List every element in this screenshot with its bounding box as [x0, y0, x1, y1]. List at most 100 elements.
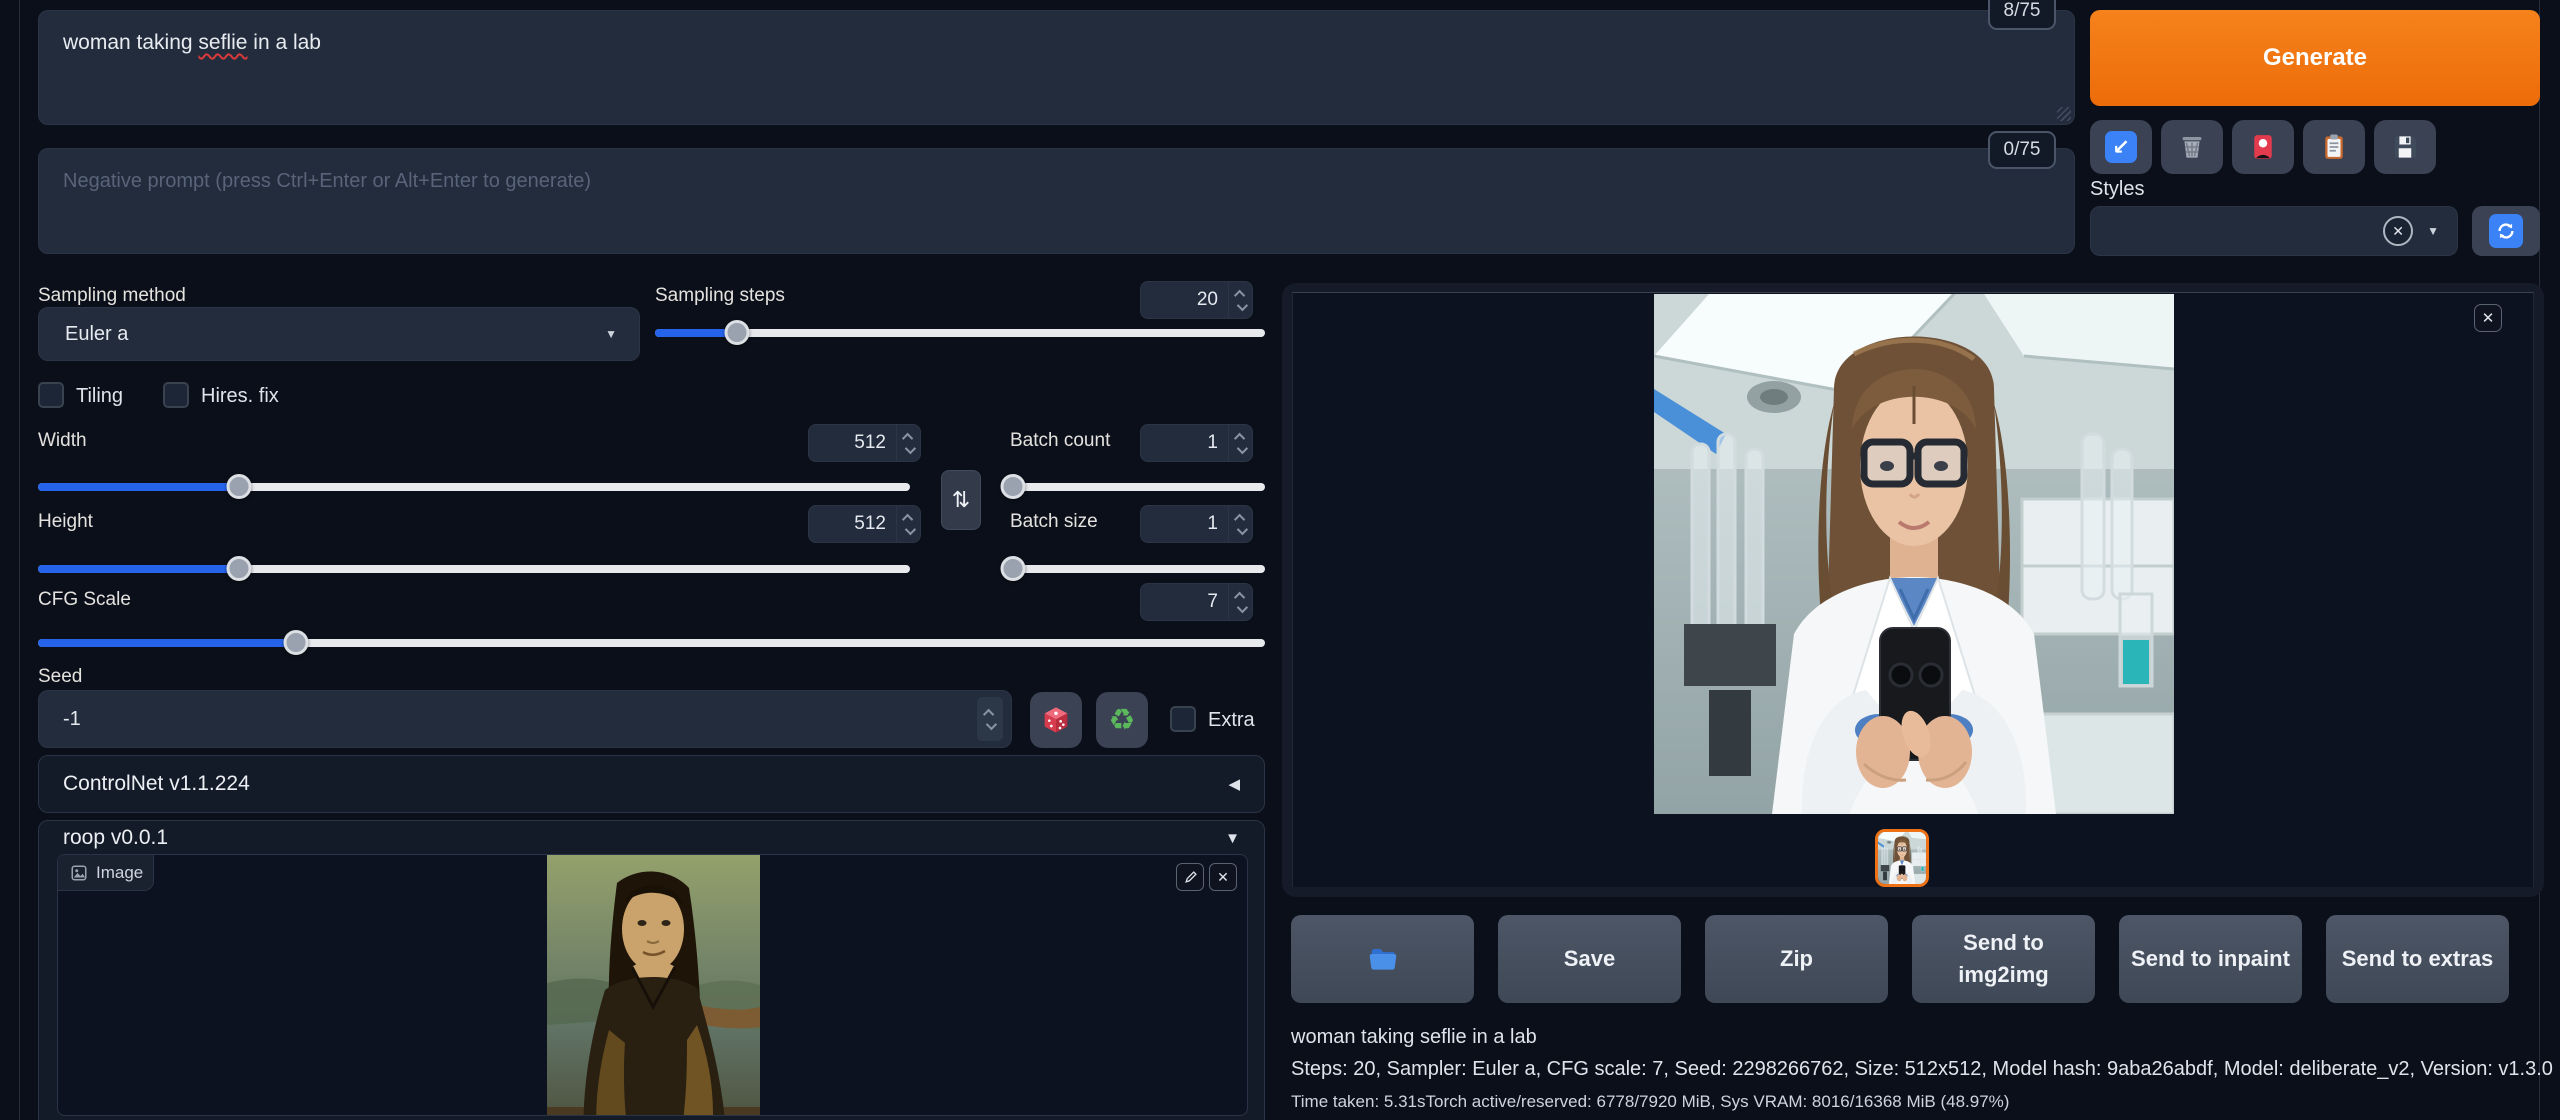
slider-handle[interactable]: [226, 474, 251, 499]
output-panel: ✕: [1282, 283, 2544, 897]
slider-handle[interactable]: [1000, 474, 1025, 499]
generate-button[interactable]: Generate: [2090, 10, 2540, 106]
slider-handle[interactable]: [725, 320, 750, 345]
spin-down-icon[interactable]: [904, 442, 915, 453]
number-stepper[interactable]: [1228, 506, 1252, 542]
spin-down-icon[interactable]: [986, 718, 997, 729]
prompt-text-misspelled: seflie: [198, 31, 247, 54]
folder-icon: [1366, 944, 1400, 974]
resize-handle-icon[interactable]: [2057, 107, 2071, 121]
spin-up-icon[interactable]: [1233, 591, 1244, 602]
save-style-button[interactable]: [2374, 120, 2436, 174]
send-to-img2img-button[interactable]: Send to img2img: [1912, 915, 2095, 1003]
spin-down-icon[interactable]: [1236, 523, 1247, 534]
chevron-down-icon[interactable]: ▼: [2427, 224, 2439, 238]
number-stepper[interactable]: [896, 506, 920, 542]
seed-label: Seed: [38, 666, 82, 688]
cfg-scale-slider[interactable]: [38, 630, 1265, 656]
send-to-inpaint-button[interactable]: Send to inpaint: [2119, 915, 2302, 1003]
chevron-left-icon: ◀: [1228, 775, 1240, 793]
width-label: Width: [38, 430, 87, 452]
refresh-icon: [2489, 214, 2523, 248]
send-to-extras-button[interactable]: Send to extras: [2326, 915, 2509, 1003]
gallery-thumbnail-selected[interactable]: [1875, 829, 1929, 887]
spin-down-icon[interactable]: [1236, 442, 1247, 453]
slider-handle[interactable]: [283, 630, 308, 655]
number-stepper[interactable]: [1228, 425, 1252, 461]
number-stepper[interactable]: [1228, 584, 1252, 620]
clear-styles-icon[interactable]: ✕: [2383, 216, 2413, 246]
sampling-steps-number[interactable]: 20: [1140, 281, 1253, 319]
apply-styles-button[interactable]: [2303, 120, 2365, 174]
clear-prompt-button[interactable]: [2161, 120, 2223, 174]
output-performance-info: Time taken: 5.31sTorch active/reserved: …: [1291, 1092, 2009, 1112]
quick-tools-row: ↙: [2090, 120, 2436, 174]
slider-handle[interactable]: [1000, 556, 1025, 581]
tiling-checkbox[interactable]: [38, 382, 64, 408]
batch-count-slider[interactable]: [1010, 474, 1265, 500]
remove-image-button[interactable]: ✕: [1209, 863, 1237, 891]
save-button[interactable]: Save: [1498, 915, 1681, 1003]
swap-width-height-button[interactable]: ⇅: [941, 470, 981, 530]
chevron-down-icon: ▼: [605, 327, 617, 341]
batch-size-label: Batch size: [1010, 511, 1098, 533]
roop-title: roop v0.0.1: [63, 826, 168, 850]
roop-image-dropzone[interactable]: Image ✕: [57, 854, 1248, 1116]
sampling-method-label: Sampling method: [38, 285, 186, 307]
chevron-down-icon: ▼: [1225, 830, 1240, 847]
height-slider[interactable]: [38, 556, 910, 582]
hires-fix-checkbox[interactable]: [163, 382, 189, 408]
number-stepper[interactable]: [977, 697, 1003, 741]
sampling-method-dropdown[interactable]: Euler a ▼: [38, 307, 640, 361]
spin-up-icon[interactable]: [983, 708, 994, 719]
spin-down-icon[interactable]: [1236, 601, 1247, 612]
spin-up-icon[interactable]: [901, 513, 912, 524]
hires-fix-label: Hires. fix: [201, 385, 279, 408]
sampling-steps-slider[interactable]: [655, 320, 1265, 346]
random-seed-button[interactable]: [1030, 692, 1082, 748]
image-tab[interactable]: Image: [58, 855, 154, 891]
prompt-input[interactable]: woman taking seflie in a lab: [38, 10, 2075, 125]
extra-networks-button[interactable]: [2232, 120, 2294, 174]
batch-count-number[interactable]: 1: [1140, 424, 1253, 462]
generated-image[interactable]: [1654, 294, 2174, 814]
spin-up-icon[interactable]: [901, 432, 912, 443]
flower-card-icon: [2248, 132, 2278, 162]
styles-dropdown[interactable]: ✕ ▼: [2090, 206, 2458, 256]
number-stepper[interactable]: [896, 425, 920, 461]
floppy-disk-icon: [2390, 132, 2420, 162]
spin-up-icon[interactable]: [1233, 432, 1244, 443]
roop-accordion-header[interactable]: roop v0.0.1 ▼: [39, 821, 1264, 855]
negative-token-counter: 0/75: [1988, 131, 2056, 169]
reuse-seed-button[interactable]: ♻: [1096, 692, 1148, 748]
arrow-down-left-icon: ↙: [2105, 131, 2137, 163]
edit-image-button[interactable]: [1176, 863, 1204, 891]
height-number[interactable]: 512: [808, 505, 921, 543]
extra-seed-checkbox[interactable]: [1170, 706, 1196, 732]
controlnet-accordion-header[interactable]: ControlNet v1.1.224 ◀: [39, 756, 1264, 812]
prompt-text: in a lab: [247, 31, 321, 54]
close-gallery-button[interactable]: ✕: [2474, 304, 2502, 332]
clipboard-icon: [2319, 132, 2349, 162]
spin-up-icon[interactable]: [1233, 513, 1244, 524]
width-number[interactable]: 512: [808, 424, 921, 462]
refresh-styles-button[interactable]: [2472, 206, 2540, 256]
cfg-scale-number[interactable]: 7: [1140, 583, 1253, 621]
spin-down-icon[interactable]: [1236, 299, 1247, 310]
number-stepper[interactable]: [1228, 282, 1252, 318]
controlnet-title: ControlNet v1.1.224: [63, 772, 250, 796]
slider-handle[interactable]: [226, 556, 251, 581]
batch-size-number[interactable]: 1: [1140, 505, 1253, 543]
spin-down-icon[interactable]: [904, 523, 915, 534]
zip-button[interactable]: Zip: [1705, 915, 1888, 1003]
negative-prompt-input[interactable]: Negative prompt (press Ctrl+Enter or Alt…: [38, 148, 2075, 254]
open-folder-button[interactable]: [1291, 915, 1474, 1003]
paste-params-button[interactable]: ↙: [2090, 120, 2152, 174]
output-gallery[interactable]: ✕: [1292, 292, 2534, 887]
width-slider[interactable]: [38, 474, 910, 500]
recycle-icon: ♻: [1109, 703, 1136, 738]
prompt-token-counter: 8/75: [1988, 0, 2056, 30]
seed-input[interactable]: -1: [38, 690, 1012, 748]
batch-size-slider[interactable]: [1010, 556, 1265, 582]
spin-up-icon[interactable]: [1233, 289, 1244, 300]
